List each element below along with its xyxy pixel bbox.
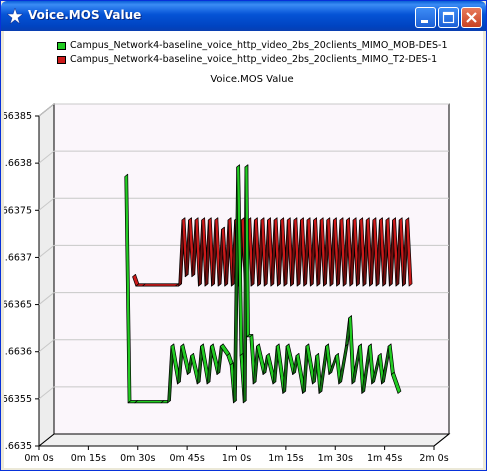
x-tick-label: 1m 45s xyxy=(367,453,402,464)
x-tick-label: 1m 30s xyxy=(318,453,353,464)
data-point-segment xyxy=(142,283,179,287)
x-tick-label: 0m 15s xyxy=(71,453,106,464)
window-title: Voice.MOS Value xyxy=(28,8,142,22)
y-tick-label: 3.6638 xyxy=(4,158,32,169)
chart-area: Campus_Network4-baseline_voice_http_vide… xyxy=(4,31,483,468)
x-tick-label: 2m 0s xyxy=(419,453,448,464)
y-tick-label: 3.66355 xyxy=(4,394,32,405)
x-tick-label: 1m 0s xyxy=(222,453,251,464)
close-button[interactable] xyxy=(461,7,482,28)
data-point-segment xyxy=(134,400,165,404)
star-icon xyxy=(7,8,23,24)
y-tick-label: 3.6636 xyxy=(4,347,32,358)
maximize-button[interactable] xyxy=(438,7,459,28)
x-tick-label: 0m 0s xyxy=(24,453,53,464)
close-icon xyxy=(466,12,477,23)
plot-side-wall xyxy=(38,102,55,448)
x-tick-label: 0m 45s xyxy=(169,453,204,464)
minimize-icon xyxy=(421,20,428,23)
plot-floor xyxy=(37,433,451,447)
y-tick-label: 3.66385 xyxy=(4,111,32,122)
line-chart: Voice.MOS Value 3.6635 3.66355 3.6636 3.663… xyxy=(4,74,451,464)
minimize-button[interactable] xyxy=(415,7,436,28)
title-bar[interactable]: Voice.MOS Value xyxy=(1,1,486,31)
y-tick-label: 3.6637 xyxy=(4,252,32,263)
x-tick-label: 1m 15s xyxy=(268,453,303,464)
x-tick-label: 0m 30s xyxy=(120,453,155,464)
chart-window: Voice.MOS Value Campus_Network4-baseline… xyxy=(0,0,487,471)
chart-title: Voice.MOS Value xyxy=(210,74,293,85)
y-tick-label: 3.66365 xyxy=(4,300,32,311)
y-tick-label: 3.66375 xyxy=(4,205,32,216)
y-tick-label: 3.6635 xyxy=(4,441,32,452)
maximize-icon xyxy=(442,11,455,24)
